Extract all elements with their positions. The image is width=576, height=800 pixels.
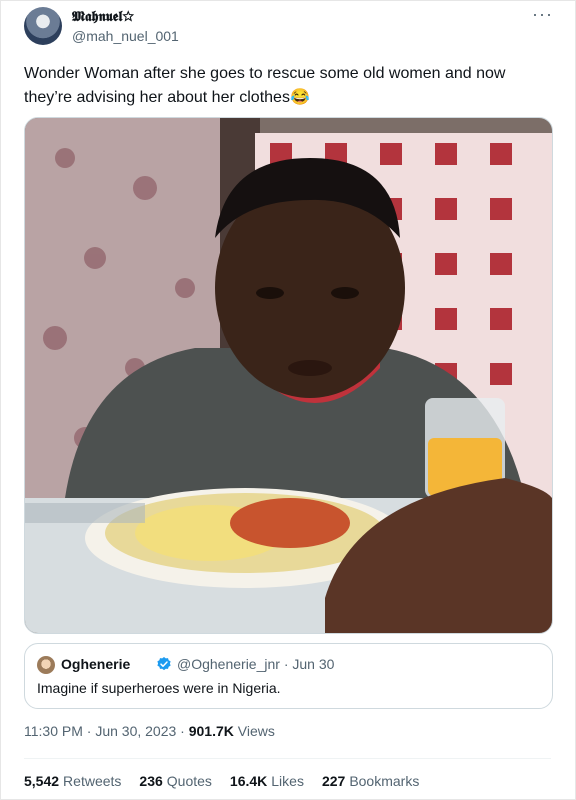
meme-photo <box>25 118 552 633</box>
bookmarks-label: Bookmarks <box>349 773 420 789</box>
bookmarks-stat[interactable]: 227 Bookmarks <box>322 773 419 789</box>
likes-label: Likes <box>271 773 304 789</box>
quoted-tweet-text: Imagine if superheroes were in Nigeria. <box>37 680 281 696</box>
tweet-timestamp[interactable]: 11:30 PM · Jun 30, 2023 · <box>24 723 189 739</box>
author-avatar[interactable] <box>24 7 62 45</box>
divider <box>24 758 551 759</box>
quoted-author-avatar <box>37 656 55 674</box>
quoted-author-name: Oghenerie <box>61 656 131 672</box>
quotes-count: 236 <box>139 773 163 789</box>
author-handle[interactable]: @mah_nuel_001 <box>72 28 179 44</box>
retweets-count: 5,542 <box>24 773 60 789</box>
bookmarks-count: 227 <box>321 773 346 789</box>
quotes-label: Quotes <box>166 773 212 789</box>
tweet-media-image[interactable] <box>24 117 553 634</box>
views-label: Views <box>233 723 275 739</box>
likes-count: 16.4K <box>229 773 268 789</box>
likes-stat[interactable]: 16.4K Likes <box>230 773 304 789</box>
author-display-name[interactable]: 𝕸𝖆𝖍𝖓𝖚𝖊𝖑☆ <box>72 9 134 25</box>
quoted-author-handle-date: @Oghenerie_jnr · Jun 30 <box>177 656 335 672</box>
retweets-stat[interactable]: 5,542 Retweets <box>24 773 121 789</box>
quoted-tweet[interactable]: Oghenerie @Oghenerie_jnr · Jun 30 Imagin… <box>24 643 553 709</box>
verified-badge-icon <box>157 657 171 671</box>
retweets-label: Retweets <box>63 773 122 789</box>
tweet-text: Wonder Woman after she goes to rescue so… <box>24 65 506 106</box>
tweet-timestamp-views: 11:30 PM · Jun 30, 2023 · 901.7K Views <box>24 723 275 739</box>
quotes-stat[interactable]: 236 Quotes <box>139 773 212 789</box>
more-horizontal-icon[interactable]: ··· <box>532 4 553 25</box>
engagement-stats: 5,542 Retweets 236 Quotes 16.4K Likes 227 Bo… <box>24 773 419 789</box>
views-count: 901.7K <box>188 723 234 739</box>
